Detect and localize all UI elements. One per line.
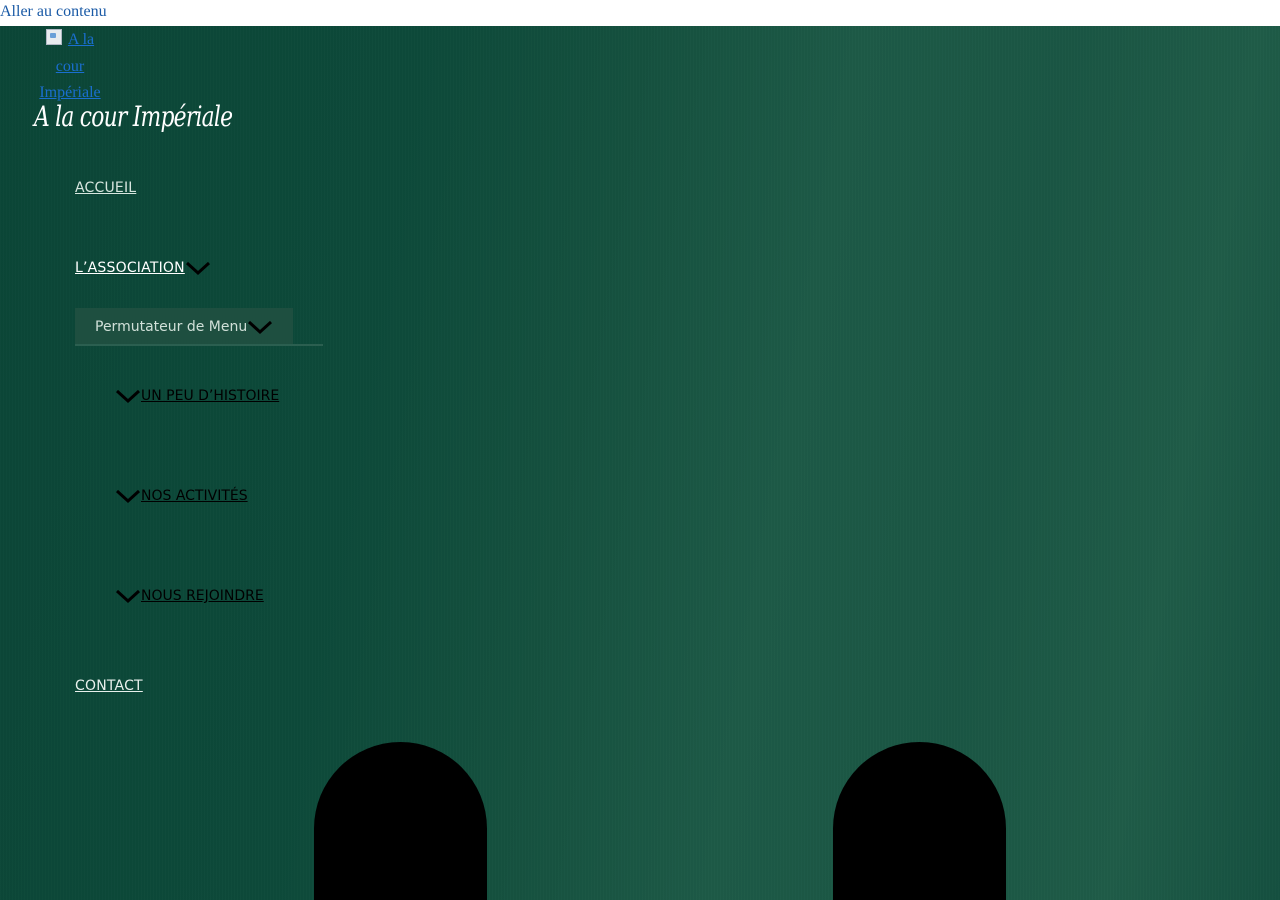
menu-toggle-label: Permutateur de Menu — [95, 318, 248, 335]
submenu-item-rejoindre[interactable]: NOUS REJOINDRE — [115, 588, 264, 604]
menu-toggle-button[interactable]: Permutateur de Menu — [75, 308, 293, 345]
submenu-item-activites[interactable]: NOS ACTIVITÉS — [115, 488, 248, 504]
submenu-item-label: UN PEU D’HISTOIRE — [141, 388, 280, 404]
submenu-item-label: NOUS REJOINDRE — [141, 588, 264, 604]
chevron-down-icon — [115, 589, 141, 604]
broken-image-icon — [45, 29, 62, 45]
chevron-down-icon — [115, 489, 141, 504]
chevron-down-icon — [185, 261, 210, 276]
chevron-down-icon — [247, 320, 273, 334]
submenu-item-label: NOS ACTIVITÉS — [141, 488, 248, 504]
skip-to-content-link[interactable]: Aller au contenu — [0, 3, 107, 21]
nav-item-association[interactable]: L’ASSOCIATION — [75, 260, 210, 276]
nav-item-label: L’ASSOCIATION — [75, 260, 185, 276]
chevron-down-icon — [115, 389, 141, 404]
nav-item-label: ACCUEIL — [75, 180, 137, 196]
hero-background: A la cour Impériale A la cour Impériale … — [0, 26, 1280, 900]
nav-item-accueil[interactable]: ACCUEIL — [75, 180, 136, 196]
logo-script-title: A la cour Impériale — [34, 100, 233, 133]
nav-item-label: CONTACT — [75, 678, 143, 694]
decorative-arch-right — [833, 742, 1006, 900]
nav-item-contact[interactable]: CONTACT — [75, 678, 143, 694]
submenu-item-histoire[interactable]: UN PEU D’HISTOIRE — [115, 388, 279, 404]
decorative-arch-left — [314, 742, 487, 900]
logo-image-link[interactable]: A la cour Impériale — [35, 27, 105, 107]
menu-toggle-underline — [75, 344, 323, 346]
